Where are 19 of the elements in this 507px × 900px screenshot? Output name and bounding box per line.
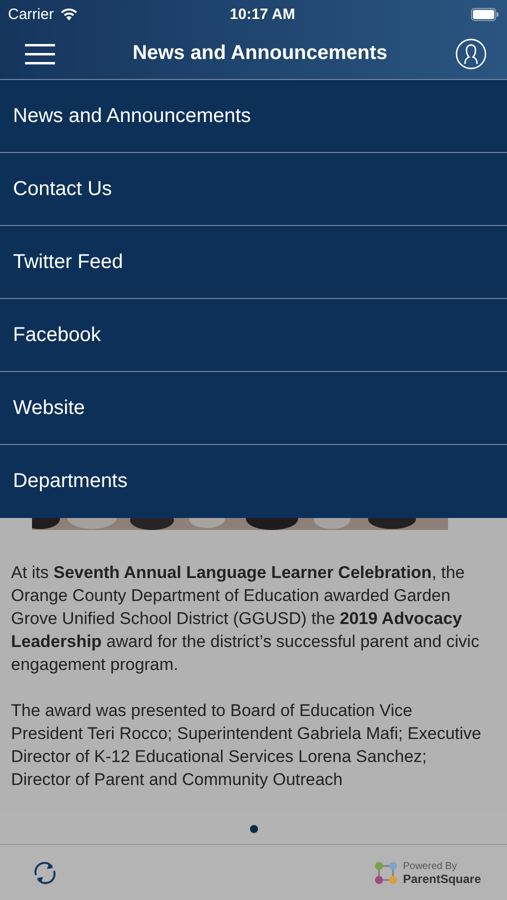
menu-item[interactable]: Departments	[0, 445, 507, 518]
menu-item[interactable]: Contact Us	[0, 153, 507, 226]
screen-title: News and Announcements	[132, 42, 388, 65]
battery-icon	[471, 8, 499, 20]
menu-item[interactable]: Facebook	[0, 299, 507, 372]
menu-item[interactable]: Website	[0, 372, 507, 445]
wifi-icon	[60, 8, 78, 20]
article-paragraph: The award was presented to Board of Education Vice President Teri Rocco; Superintendent Gabriela Mafi; Executive Director of K-12 Educational Services Lorena Sanchez; Director of Parent and Community Outreach	[11, 700, 482, 791]
article-paragraph: At its Seventh Annual Language Learner Celebration, the Orange County Department of Education awarded Garden Grove Unified School District (GGUSD) the 2019 Advocacy Leadership award for the district’s successful parent and civic engagement program.	[11, 562, 480, 676]
status-time: 10:17 AM	[230, 6, 296, 22]
menu-icon[interactable]	[25, 42, 55, 64]
powered-by-label: Powered By	[402, 860, 458, 872]
brand-name: ParentSquare	[402, 872, 481, 886]
profile-icon[interactable]	[455, 38, 487, 70]
carrier-label: Carrier	[8, 6, 54, 22]
page-dot[interactable]	[250, 825, 258, 833]
menu-item[interactable]: News and Announcements	[0, 80, 507, 153]
menu-item[interactable]: Twitter Feed	[0, 226, 507, 299]
brand-logo-icon	[374, 860, 398, 884]
